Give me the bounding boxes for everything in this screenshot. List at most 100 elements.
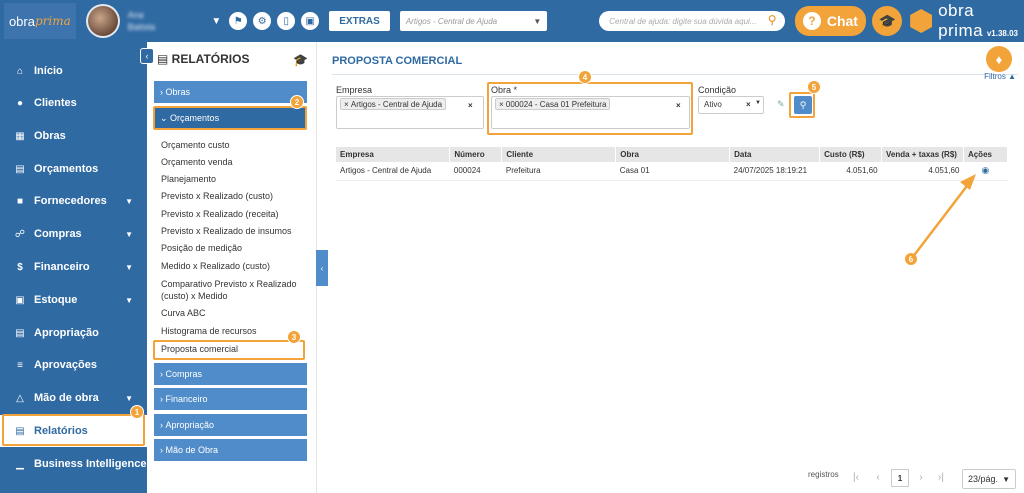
cell-venda: 4.051,60 [881, 162, 964, 181]
cell-custo: 4.051,60 [819, 162, 882, 181]
report-item-posicao-medicao[interactable]: Posição de medição [161, 242, 307, 254]
report-item-curva-abc[interactable]: Curva ABC [161, 307, 307, 319]
cell-acoes: ◉ [963, 162, 1008, 181]
column-header[interactable]: Venda + taxas (R$) [881, 147, 964, 162]
column-header[interactable]: Cliente [501, 147, 617, 162]
filters-toggle[interactable]: Filtros ▲ [984, 72, 1016, 81]
worker-icon: △ [16, 392, 24, 404]
sidebar-item-mao-de-obra[interactable]: △ Mão de obra ▼ [0, 382, 147, 414]
report-group-obras[interactable]: › Obras [154, 81, 307, 103]
callout-badge: 6 [904, 252, 918, 266]
report-group-apropriacao[interactable]: › Apropriação [154, 414, 307, 436]
report-item-previsto-realizado-custo[interactable]: Previsto x Realizado (custo) [161, 190, 307, 202]
reports-title: ▤ RELATÓRIOS [157, 52, 250, 66]
cell-data: 24/07/2025 18:19:21 [729, 162, 820, 181]
report-item-histograma[interactable]: Histograma de recursos [161, 325, 307, 337]
mobile-icon[interactable]: ▯ [277, 12, 296, 30]
clear-condicao-icon[interactable]: × [746, 100, 751, 109]
empresa-label: Empresa [336, 85, 373, 95]
report-item-orcamento-custo[interactable]: Orçamento custo [161, 139, 307, 151]
chevron-down-icon: ▼ [125, 262, 133, 272]
collapse-sidebar-button[interactable]: ‹ [140, 48, 154, 64]
callout-badge: 2 [290, 95, 304, 109]
sidebar-item-clientes[interactable]: ● Clientes [0, 87, 147, 119]
eye-icon[interactable]: ◉ [982, 165, 990, 175]
report-item-previsto-realizado-receita[interactable]: Previsto x Realizado (receita) [161, 208, 307, 220]
chevron-down-icon[interactable]: ▼ [755, 100, 761, 106]
report-item-previsto-realizado-insumos[interactable]: Previsto x Realizado de insumos [161, 225, 307, 237]
monitor-icon[interactable]: ▣ [301, 12, 320, 30]
extras-button[interactable]: EXTRAS [329, 11, 390, 31]
sidebar-item-apropriacao[interactable]: ▤ Apropriação [0, 317, 147, 349]
chevron-down-icon[interactable]: ▼ [211, 16, 221, 27]
current-page[interactable]: 1 [891, 469, 909, 487]
callout-badge: 5 [807, 80, 821, 94]
main-content: PROPOSTA COMERCIAL ♦ Filtros ▲ Empresa ×… [318, 42, 1024, 493]
cart-icon: ☍ [14, 228, 26, 240]
report-group-orcamentos[interactable]: ⌄ Orçamentos [154, 107, 307, 129]
brand-logo-icon [910, 9, 933, 33]
cell-obra: Casa 01 [615, 162, 730, 181]
app-logo[interactable]: obra prima [4, 3, 76, 39]
checklist-icon: ≡ [17, 359, 23, 371]
sidebar-item-inicio[interactable]: ⌂ Início [0, 55, 147, 87]
report-icon: ▤ [15, 425, 25, 437]
column-header[interactable]: Empresa [336, 147, 451, 162]
flag-icon[interactable]: ⚑ [229, 12, 248, 30]
sidebar-item-orcamentos[interactable]: ▤ Orçamentos [0, 153, 147, 185]
report-group-financeiro[interactable]: › Financeiro [154, 388, 307, 410]
results-table: Empresa Número Cliente Obra Data Custo (… [336, 147, 1009, 181]
report-item-medido-realizado[interactable]: Medido x Realizado (custo) [161, 260, 307, 272]
report-item-proposta-comercial[interactable]: Proposta comercial [161, 343, 307, 355]
sidebar-item-estoque[interactable]: ▣ Estoque ▼ [0, 284, 147, 316]
sidebar-item-obras[interactable]: ▦ Obras [0, 120, 147, 152]
callout-badge: 4 [578, 70, 592, 84]
last-page-icon[interactable]: ›| [933, 469, 949, 485]
sidebar-item-relatorios[interactable]: ▤ Relatórios [0, 415, 147, 447]
collapse-reports-button[interactable]: ‹ [316, 250, 328, 286]
help-search-input[interactable]: Central de ajuda: digite sua dúvida aqui… [599, 11, 785, 31]
column-header[interactable]: Número [449, 147, 503, 162]
articles-select[interactable]: Artigos - Central de Ajuda ▼ [399, 11, 548, 31]
table-header-row: Empresa Número Cliente Obra Data Custo (… [336, 147, 1009, 162]
chat-button[interactable]: ? Chat [794, 6, 867, 36]
empresa-tag: × Artigos - Central de Ajuda [340, 98, 447, 110]
first-page-icon[interactable]: |‹ [848, 469, 864, 485]
callout-badge: 1 [130, 405, 144, 419]
sidebar-item-business-intelligence[interactable]: ▁ Business Intelligence [0, 448, 147, 480]
obra-label: Obra * [491, 85, 518, 95]
clear-obra-icon[interactable]: × [676, 101, 681, 110]
question-icon: ? [802, 12, 821, 30]
column-header[interactable]: Custo (R$) [819, 147, 883, 162]
user-icon: ● [16, 97, 24, 109]
column-header[interactable]: Data [729, 147, 821, 162]
search-icon[interactable]: ⚲ [768, 13, 777, 27]
search-button[interactable]: ⚲ [794, 96, 812, 114]
sidebar-item-financeiro[interactable]: $ Financeiro ▼ [0, 251, 147, 283]
per-page-select[interactable]: 23/pág. ▼ [962, 469, 1016, 489]
report-item-orcamento-venda[interactable]: Orçamento venda [161, 156, 307, 168]
report-group-mao-de-obra[interactable]: › Mão de Obra [154, 439, 307, 461]
sidebar-item-compras[interactable]: ☍ Compras ▼ [0, 218, 147, 250]
clear-empresa-icon[interactable]: × [468, 101, 473, 110]
graduation-cap-icon[interactable]: 🎓 [872, 6, 903, 36]
prev-page-icon[interactable]: ‹ [870, 469, 886, 485]
next-page-icon[interactable]: › [913, 469, 929, 485]
report-item-comparativo[interactable]: Comparativo Previsto x Realizado (custo)… [161, 278, 307, 302]
divider [332, 74, 1018, 75]
chevron-down-icon: ▼ [125, 393, 133, 403]
bell-icon[interactable]: ♦ [986, 46, 1012, 72]
report-item-planejamento[interactable]: Planejamento [161, 173, 307, 185]
cell-numero: 000024 [449, 162, 502, 181]
chevron-down-icon: ▼ [1002, 474, 1010, 484]
column-header[interactable]: Obra [615, 147, 731, 162]
sidebar-item-aprovacoes[interactable]: ≡ Aprovações [0, 349, 147, 381]
table-row[interactable]: Artigos - Central de Ajuda 000024 Prefei… [336, 162, 1008, 181]
report-group-compras[interactable]: › Compras [154, 363, 307, 385]
gear-icon[interactable]: ⚙ [253, 12, 272, 30]
sidebar-item-fornecedores[interactable]: ■ Fornecedores ▼ [0, 185, 147, 217]
avatar[interactable] [85, 4, 120, 38]
graduation-cap-icon[interactable]: 🎓 [293, 53, 308, 67]
eraser-icon[interactable]: ✎ [777, 99, 785, 110]
column-header: Ações [963, 147, 1009, 162]
